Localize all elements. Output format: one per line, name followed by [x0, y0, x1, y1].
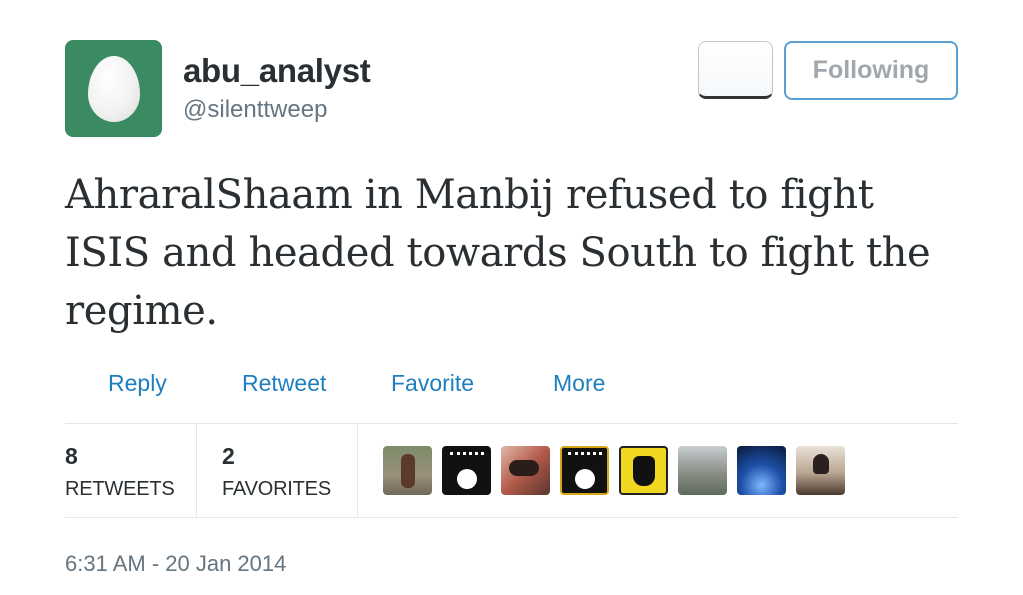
- user-actions-menu-button[interactable]: [698, 41, 773, 99]
- flag-seal-icon: [456, 469, 477, 489]
- favorites-label[interactable]: FAVORITES: [222, 478, 331, 501]
- flag-seal-icon: [574, 469, 595, 489]
- screen-name[interactable]: @silenttweep: [183, 96, 327, 124]
- favoriter-avatars: [383, 446, 845, 495]
- egg-icon: [87, 55, 140, 122]
- favoriter-avatar[interactable]: [383, 446, 432, 495]
- favoriter-avatar[interactable]: [796, 446, 845, 495]
- favoriter-avatar[interactable]: [560, 446, 609, 495]
- tweet-text: AhraralShaam in Manbij refused to fight …: [65, 172, 931, 334]
- stats-divider: [196, 424, 197, 517]
- divider-bottom: [65, 517, 958, 518]
- following-button[interactable]: Following: [784, 41, 958, 100]
- flag-script-icon: [449, 452, 484, 463]
- reply-button[interactable]: Reply: [108, 370, 167, 397]
- retweets-count[interactable]: 8: [65, 443, 78, 470]
- flag-script-icon: [567, 452, 602, 463]
- retweet-button[interactable]: Retweet: [242, 370, 326, 397]
- display-name[interactable]: abu_analyst: [183, 52, 371, 90]
- favoriter-avatar[interactable]: [501, 446, 550, 495]
- tweet-timestamp[interactable]: 6:31 AM - 20 Jan 2014: [65, 551, 286, 577]
- favoriter-avatar[interactable]: [678, 446, 727, 495]
- stats-divider: [357, 424, 358, 517]
- favoriter-avatar[interactable]: [737, 446, 786, 495]
- hand-icon: [632, 455, 655, 486]
- divider-top: [65, 423, 958, 424]
- user-avatar[interactable]: [65, 40, 162, 137]
- favorites-count[interactable]: 2: [222, 443, 235, 470]
- favoriter-avatar[interactable]: [442, 446, 491, 495]
- favoriter-avatar[interactable]: [619, 446, 668, 495]
- retweets-label[interactable]: RETWEETS: [65, 478, 175, 501]
- more-button[interactable]: More: [553, 370, 605, 397]
- favorite-button[interactable]: Favorite: [391, 370, 474, 397]
